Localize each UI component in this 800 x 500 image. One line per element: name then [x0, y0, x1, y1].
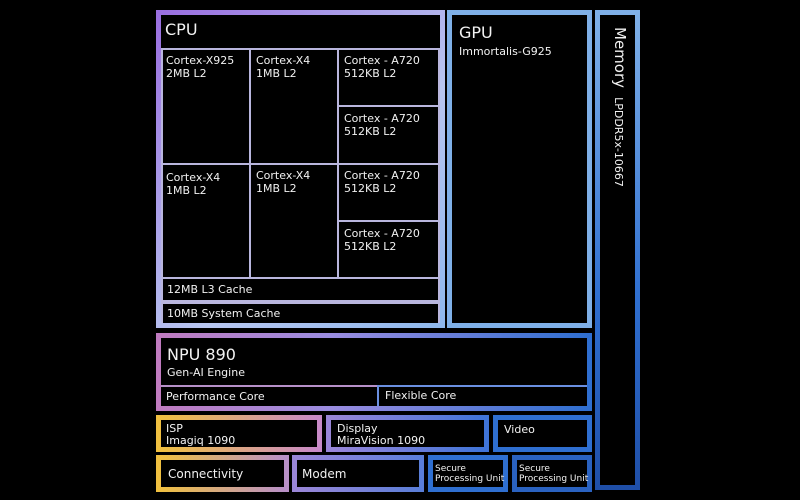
video-block: Video	[493, 415, 592, 452]
core-name: Cortex - A720	[344, 112, 420, 125]
core-cache: 512KB L2	[344, 67, 397, 80]
secure-processing-unit: Secure Processing Unit	[512, 455, 592, 492]
core-cell: Cortex-X925 2MB L2	[161, 48, 251, 165]
core-name: Cortex-X925	[166, 54, 235, 67]
core-cache: 512KB L2	[344, 125, 397, 138]
performance-core-label: Performance Core	[166, 390, 265, 403]
memory-type: LPDDR5x-10667	[612, 97, 625, 187]
core-name: Cortex - A720	[344, 169, 420, 182]
gpu-title: GPU	[459, 23, 493, 42]
core-name: Cortex-X4	[256, 54, 311, 67]
core-cell: Cortex - A720 512KB L2	[337, 163, 440, 222]
memory-block: Memory LPDDR5x-10667	[595, 10, 640, 490]
memory-title: Memory	[611, 27, 629, 89]
spu-label: Secure Processing Unit	[435, 464, 505, 484]
core-name: Cortex-X4	[256, 169, 311, 182]
gpu-model: Immortalis-G925	[459, 45, 552, 58]
display-model: MiraVision 1090	[337, 434, 426, 447]
isp-block: ISP Imagiq 1090	[156, 415, 322, 452]
gpu-block: GPU Immortalis-G925	[447, 10, 592, 328]
npu-subtitle: Gen-AI Engine	[167, 366, 245, 379]
core-cell: Cortex - A720 512KB L2	[337, 220, 440, 279]
isp-model: Imagiq 1090	[166, 434, 236, 447]
performance-core: Performance Core	[161, 385, 379, 406]
spu-label: Secure Processing Unit	[519, 464, 589, 484]
core-cache: 2MB L2	[166, 67, 207, 80]
core-cache: 1MB L2	[256, 67, 297, 80]
secure-processing-unit: Secure Processing Unit	[428, 455, 508, 492]
core-cell: Cortex-X4 1MB L2	[249, 48, 339, 165]
l3-cache: 12MB L3 Cache	[161, 277, 440, 302]
core-cache: 512KB L2	[344, 182, 397, 195]
core-cell: Cortex - A720 512KB L2	[337, 105, 440, 165]
modem-block: Modem	[292, 455, 424, 492]
l3-cache-label: 12MB L3 Cache	[167, 283, 253, 296]
core-name: Cortex - A720	[344, 54, 420, 67]
system-cache-label: 10MB System Cache	[167, 307, 281, 320]
core-name: Cortex - A720	[344, 227, 420, 240]
flexible-core: Flexible Core	[377, 385, 587, 406]
connectivity-block: Connectivity	[156, 455, 289, 492]
core-cache: 512KB L2	[344, 240, 397, 253]
connectivity-label: Connectivity	[168, 467, 244, 481]
core-cache: 1MB L2	[166, 184, 207, 197]
core-cell: Cortex-X4 1MB L2	[249, 163, 339, 279]
video-title: Video	[504, 423, 535, 436]
cpu-title: CPU	[165, 20, 198, 39]
npu-title: NPU 890	[167, 345, 236, 364]
core-cell: Cortex-X4 1MB L2	[161, 163, 251, 279]
system-cache: 10MB System Cache	[161, 302, 440, 323]
flexible-core-label: Flexible Core	[385, 389, 457, 402]
npu-block: NPU 890 Gen-AI Engine Performance Core F…	[156, 333, 592, 411]
display-block: Display MiraVision 1090	[326, 415, 489, 452]
modem-label: Modem	[302, 467, 347, 481]
core-cache: 1MB L2	[256, 182, 297, 195]
core-cell: Cortex - A720 512KB L2	[337, 48, 440, 107]
core-name: Cortex-X4	[166, 171, 221, 184]
cpu-block: CPU Cortex-X925 2MB L2 Cortex-X4 1MB L2 Co…	[156, 10, 445, 328]
